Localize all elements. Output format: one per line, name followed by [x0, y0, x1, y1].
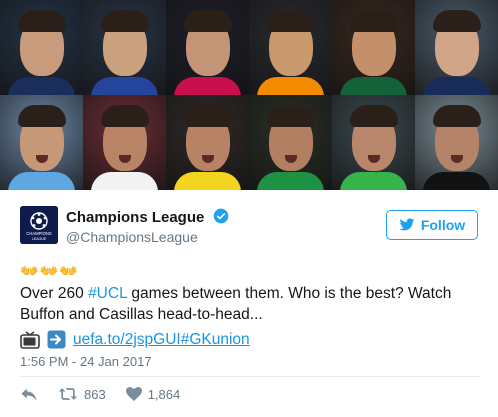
goalkeeper-photo-tile: [332, 0, 415, 95]
tv-icon: [20, 330, 40, 349]
divider: [20, 376, 480, 377]
photo-hair: [100, 10, 149, 32]
photo-hair: [266, 105, 315, 127]
like-button[interactable]: 1,864: [125, 386, 181, 402]
photo-hair: [349, 105, 398, 127]
photo-shirt: [423, 172, 490, 190]
retweet-icon: [58, 388, 78, 400]
twitter-bird-icon: [399, 218, 415, 231]
champions-league-logo-icon: CHAMPIONS LEAGUE: [20, 206, 58, 244]
photo-hair: [183, 10, 232, 32]
photo-hair: [17, 105, 66, 127]
photo-shirt: [8, 172, 75, 190]
tweet-text: Over 260 #UCL games between them. Who is…: [20, 283, 480, 325]
account-name-line[interactable]: Champions League: [66, 208, 229, 226]
photo-hair: [432, 10, 481, 32]
photo-shirt: [8, 77, 75, 95]
reply-button[interactable]: [20, 386, 38, 402]
account-handle[interactable]: @ChampionsLeague: [66, 229, 198, 245]
emoji-line: 👐👐👐: [20, 263, 80, 280]
photo-hair: [432, 105, 481, 127]
photo-shirt: [257, 172, 324, 190]
arrow-right-icon: [47, 330, 66, 349]
photo-hair: [100, 105, 149, 127]
photo-shirt: [91, 172, 158, 190]
photo-shirt: [174, 77, 241, 95]
photo-hair: [266, 10, 315, 32]
tweet-card: CHAMPIONS LEAGUE Champions League @Champ…: [0, 0, 498, 417]
photo-shirt: [257, 77, 324, 95]
goalkeeper-photo-tile: [415, 0, 498, 95]
avatar-label-bottom: LEAGUE: [32, 237, 47, 241]
account-name[interactable]: Champions League: [66, 209, 204, 226]
tweet-media-collage[interactable]: [0, 0, 498, 190]
follow-button[interactable]: Follow: [386, 210, 478, 240]
goalkeeper-photo-tile: [0, 95, 83, 190]
photo-shirt: [340, 77, 407, 95]
tweet-text-before: Over 260: [20, 285, 89, 302]
goalkeeper-photo-tile: [166, 0, 249, 95]
tweet-actions: 863 1,864: [20, 382, 200, 406]
avatar[interactable]: CHAMPIONS LEAGUE: [20, 206, 58, 244]
heart-icon: [125, 387, 142, 401]
photo-shirt: [174, 172, 241, 190]
goalkeeper-photo-tile: [166, 95, 249, 190]
goalkeeper-photo-tile: [249, 95, 332, 190]
goalkeeper-photo-tile: [0, 0, 83, 95]
photo-shirt: [91, 77, 158, 95]
goalkeeper-photo-tile: [249, 0, 332, 95]
retweet-button[interactable]: 863: [58, 386, 106, 402]
retweet-count: 863: [84, 386, 106, 402]
photo-shirt: [423, 77, 490, 95]
photo-hair: [17, 10, 66, 32]
goalkeeper-photo-tile: [332, 95, 415, 190]
verified-badge-icon: [213, 208, 228, 224]
photo-hair: [349, 10, 398, 32]
tweet-link-line: uefa.to/2jspGUI #GKunion: [20, 329, 250, 350]
goalkeeper-photo-tile: [83, 0, 166, 95]
tweet-header: CHAMPIONS LEAGUE Champions League @Champ…: [20, 204, 480, 250]
follow-button-label: Follow: [420, 217, 466, 233]
gkunion-hashtag-link[interactable]: #GKunion: [181, 329, 250, 350]
goalkeeper-photo-tile: [415, 95, 498, 190]
goalkeeper-photo-tile: [83, 95, 166, 190]
photo-hair: [183, 105, 232, 127]
hashtag-link[interactable]: #UCL: [88, 285, 127, 302]
timestamp[interactable]: 1:56 PM - 24 Jan 2017: [20, 354, 152, 369]
avatar-label-top: CHAMPIONS: [26, 231, 52, 236]
like-count: 1,864: [147, 386, 181, 402]
url-link[interactable]: uefa.to/2jspGUI: [73, 329, 181, 350]
photo-shirt: [340, 172, 407, 190]
reply-icon: [21, 388, 37, 401]
